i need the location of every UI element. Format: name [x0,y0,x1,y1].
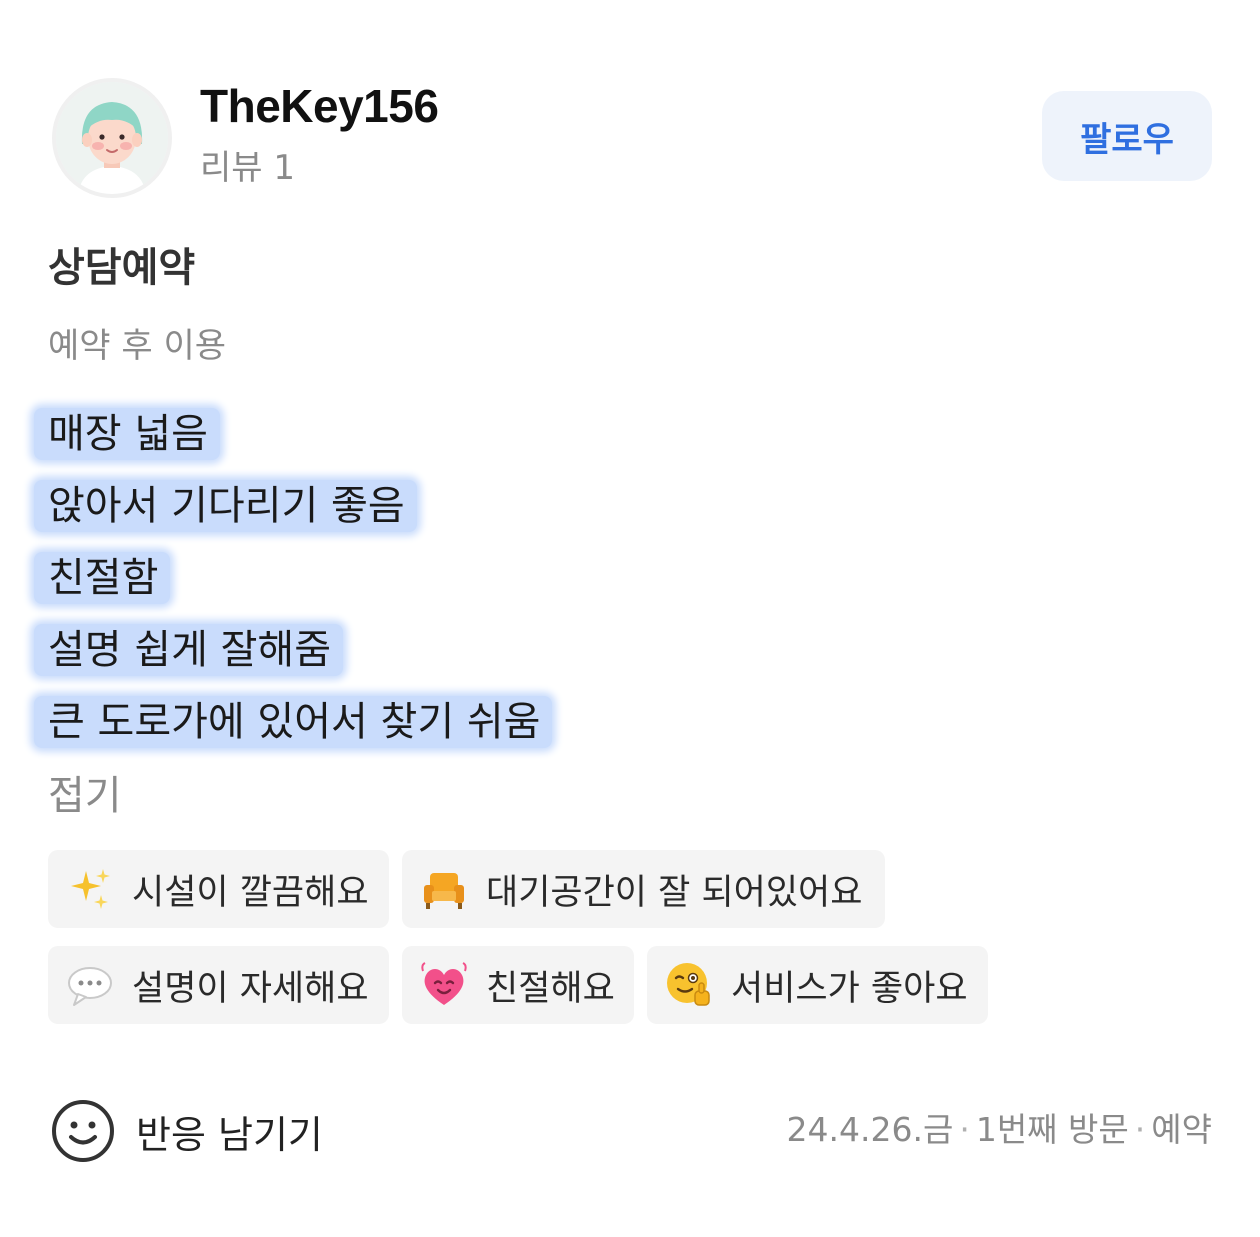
review-line-text: 친절함 [34,552,171,604]
follow-button[interactable]: 팔로우 [1042,91,1212,181]
review-line: 친절함 [34,552,552,604]
speech-bubble-icon [66,961,114,1009]
avatar-illustration-icon [56,82,168,194]
booking-title: 상담예약 [48,245,196,291]
review-line-text: 앉아서 기다리기 좋음 [34,480,417,532]
review-line: 설명 쉽게 잘해줌 [34,624,552,676]
keyword-chip: 친절해요 [402,946,634,1024]
review-line: 매장 넓음 [34,408,552,460]
review-line-text: 매장 넓음 [34,408,220,460]
username[interactable]: TheKey156 [200,78,439,134]
review-line: 앉아서 기다리기 좋음 [34,480,552,532]
react-button[interactable]: 반응 남기기 [50,1096,323,1166]
wink-thumbs-up-icon [665,961,713,1009]
avatar[interactable] [52,78,172,198]
collapse-button[interactable]: 접기 [48,770,122,822]
keyword-label: 대기공간이 잘 되어있어요 [486,872,863,913]
armchair-icon [420,865,468,913]
react-label: 반응 남기기 [136,1112,323,1157]
keyword-label: 친절해요 [486,968,615,1009]
keyword-label: 서비스가 좋아요 [731,968,968,1009]
smiley-icon [52,1100,114,1162]
separator-dot: · [959,1110,970,1149]
visit-date: 24.4.26.금 [786,1110,954,1149]
keyword-chip: 대기공간이 잘 되어있어요 [402,850,885,928]
keyword-label: 시설이 깔끔해요 [132,872,369,913]
visit-count: 1번째 방문 [975,1110,1129,1149]
review-count: 리뷰 1 [200,148,295,188]
sparkles-icon [66,865,114,913]
review-text: 매장 넓음 앉아서 기다리기 좋음 친절함 설명 쉽게 잘해줌 큰 도로가에 있… [34,408,553,768]
visit-info: 24.4.26.금 · 1번째 방문 · 예약 [787,1106,1212,1154]
visit-method: 예약 [1151,1110,1212,1149]
keyword-chip: 서비스가 좋아요 [647,946,988,1024]
review-line-text: 큰 도로가에 있어서 찾기 쉬움 [34,696,553,748]
review-line: 큰 도로가에 있어서 찾기 쉬움 [34,696,553,748]
keyword-chip: 설명이 자세해요 [48,946,389,1024]
keyword-chip: 시설이 깔끔해요 [48,850,389,928]
keyword-label: 설명이 자세해요 [132,968,369,1009]
heart-icon [420,961,468,1009]
separator-dot: · [1134,1110,1146,1149]
visit-type: 예약 후 이용 [48,326,227,366]
review-line-text: 설명 쉽게 잘해줌 [34,624,344,676]
